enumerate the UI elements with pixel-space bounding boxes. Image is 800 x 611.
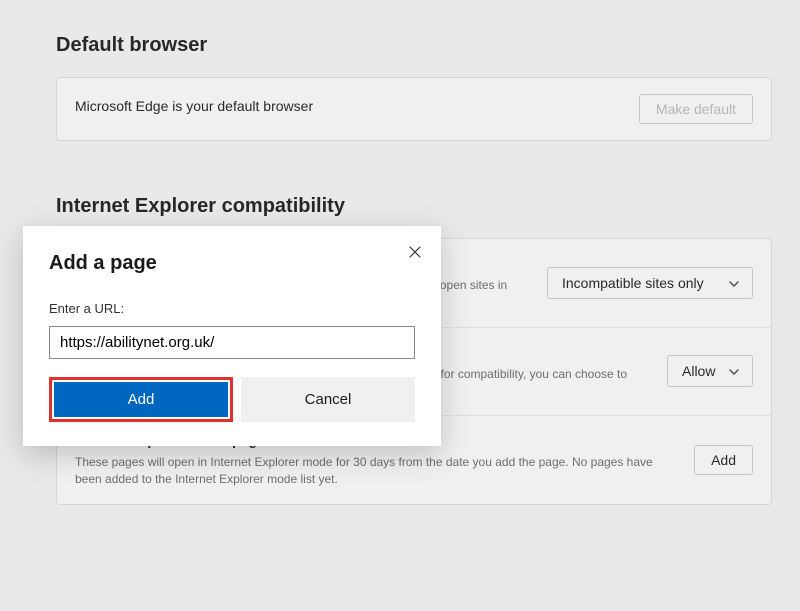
close-icon[interactable] xyxy=(403,240,427,264)
url-input[interactable] xyxy=(49,326,415,359)
ie-reload-select[interactable]: Allow xyxy=(667,355,753,387)
add-page-dialog: Add a page Enter a URL: Add Cancel xyxy=(23,226,441,446)
default-browser-card: Microsoft Edge is your default browser M… xyxy=(56,77,772,141)
ie-open-sites-select-value: Incompatible sites only xyxy=(562,275,704,291)
chevron-down-icon xyxy=(728,366,738,376)
chevron-down-icon xyxy=(728,278,738,288)
add-button-highlight: Add xyxy=(49,377,233,422)
ie-mode-pages-add-button[interactable]: Add xyxy=(694,445,753,475)
url-label: Enter a URL: xyxy=(49,301,415,316)
cancel-button[interactable]: Cancel xyxy=(241,377,415,422)
make-default-button[interactable]: Make default xyxy=(639,94,753,124)
default-browser-status: Microsoft Edge is your default browser xyxy=(75,98,619,114)
ie-mode-pages-desc: These pages will open in Internet Explor… xyxy=(75,454,674,488)
add-button[interactable]: Add xyxy=(54,382,228,417)
ie-reload-select-value: Allow xyxy=(682,363,715,379)
dialog-title: Add a page xyxy=(49,252,415,275)
default-browser-heading: Default browser xyxy=(56,34,772,57)
ie-open-sites-select[interactable]: Incompatible sites only xyxy=(547,267,753,299)
ie-compat-heading: Internet Explorer compatibility xyxy=(56,195,772,218)
